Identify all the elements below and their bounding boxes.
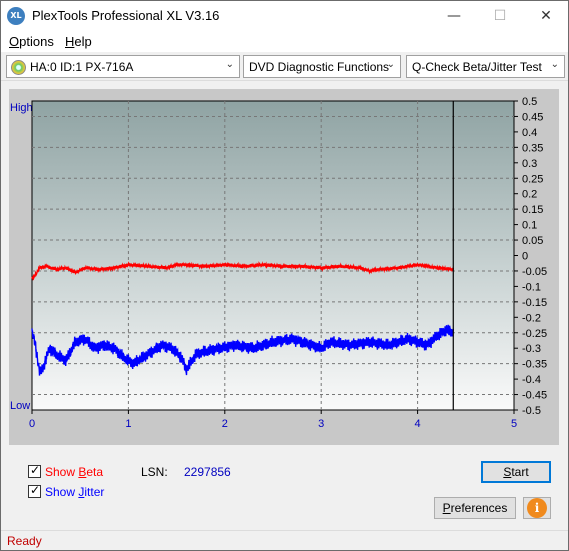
maximize-button[interactable]: ☐ (477, 1, 523, 31)
y-tick-label: 0.45 (522, 111, 543, 123)
show-beta-text-end: eta (86, 465, 104, 479)
y-tick-label: -0.3 (522, 343, 541, 355)
y-tick-label: 0.25 (522, 173, 543, 185)
y-tick-label: -0.35 (522, 359, 547, 371)
x-tick-label: 4 (415, 418, 421, 430)
start-label: tart (511, 465, 529, 479)
show-beta-text: Show (45, 465, 79, 479)
show-jitter-text: Show (45, 485, 79, 499)
x-tick-label: 0 (29, 418, 35, 430)
y-tick-label: -0.45 (522, 390, 547, 402)
y-tick-label: 0.15 (522, 204, 543, 216)
status-bar: Ready (1, 530, 568, 550)
drive-select-value: HA:0 ID:1 PX-716A (30, 60, 134, 74)
info-button[interactable]: i (523, 497, 551, 519)
menu-help-label: elp (74, 34, 92, 49)
title-bar: XL PlexTools Professional XL V3.16 — ☐ ✕ (1, 1, 568, 31)
options-panel: Show Beta Show Jitter LSN: 2297856 Start… (9, 451, 559, 529)
x-tick-label: 5 (511, 418, 517, 430)
lsn-label: LSN: (141, 465, 168, 479)
y-tick-label: -0.4 (522, 374, 541, 386)
chart-panel: High Low 012345 0.5 0.45 0.4 0.35 0.3 0.25 0.2… (9, 89, 559, 445)
minimize-button[interactable]: — (431, 1, 477, 31)
toolbar: HA:0 ID:1 PX-716A ⌄ DVD Diagnostic Funct… (1, 52, 568, 81)
chevron-down-icon: ⌄ (225, 59, 234, 70)
test-select-value: Q-Check Beta/Jitter Test (412, 60, 542, 74)
menu-bar: Options Help (1, 31, 568, 52)
function-select-value: DVD Diagnostic Functions (249, 60, 390, 74)
show-jitter-checkbox[interactable] (28, 483, 41, 498)
y-tick-label: 0 (522, 251, 528, 263)
y-tick-label: 0.2 (522, 189, 537, 201)
menu-options-accel: O (9, 34, 20, 49)
beta-jitter-chart: 0 1 2 3 4 5 0.5 0.45 0.4 0.35 0.3 0.25 0.2 0.15 0.1 0.… (29, 96, 547, 430)
status-text: Ready (7, 534, 42, 548)
close-button[interactable]: ✕ (523, 1, 569, 31)
y-tick-label: -0.1 (522, 281, 541, 293)
y-tick-label: -0.05 (522, 266, 547, 278)
y-tick-label: 0.4 (522, 127, 537, 139)
disc-drive-icon (11, 60, 26, 75)
x-tick-label: 1 (125, 418, 131, 430)
drive-select[interactable]: HA:0 ID:1 PX-716A ⌄ (6, 55, 240, 78)
app-window: XL PlexTools Professional XL V3.16 — ☐ ✕… (0, 0, 569, 551)
y-tick-label: 0.35 (522, 142, 543, 154)
y-tick-label: -0.2 (522, 312, 541, 324)
y-tick-label: 0.05 (522, 235, 543, 247)
menu-help-accel: H (65, 34, 75, 49)
chevron-down-icon: ⌄ (386, 59, 395, 70)
y-tick-label: 0.1 (522, 220, 537, 232)
show-beta-checkbox[interactable] (28, 463, 41, 478)
x-tick-label: 2 (222, 418, 228, 430)
menu-options[interactable]: Options (9, 34, 54, 49)
menu-options-label: ptions (19, 34, 54, 49)
y-tick-label: -0.5 (522, 405, 541, 417)
y-tick-label: 0.3 (522, 158, 537, 170)
lsn-value: 2297856 (184, 465, 231, 479)
preferences-accel: P (442, 501, 451, 515)
chevron-down-icon: ⌄ (550, 59, 559, 70)
preferences-label: references (450, 501, 508, 515)
window-title: PlexTools Professional XL V3.16 (32, 8, 220, 23)
show-beta-label[interactable]: Show Beta (45, 465, 103, 479)
y-tick-label: -0.25 (522, 328, 547, 340)
function-select[interactable]: DVD Diagnostic Functions ⌄ (243, 55, 401, 78)
info-icon: i (527, 498, 547, 518)
show-jitter-label[interactable]: Show Jitter (45, 485, 104, 499)
start-button[interactable]: Start (481, 461, 551, 483)
y-tick-label: -0.15 (522, 297, 547, 309)
test-select[interactable]: Q-Check Beta/Jitter Test ⌄ (406, 55, 565, 78)
plextools-logo-icon: XL (7, 7, 25, 25)
x-tick-label: 3 (318, 418, 324, 430)
menu-help[interactable]: Help (65, 34, 92, 49)
preferences-button[interactable]: Preferences (434, 497, 516, 519)
show-jitter-text-end: itter (84, 485, 105, 499)
y-tick-label: 0.5 (522, 96, 537, 108)
